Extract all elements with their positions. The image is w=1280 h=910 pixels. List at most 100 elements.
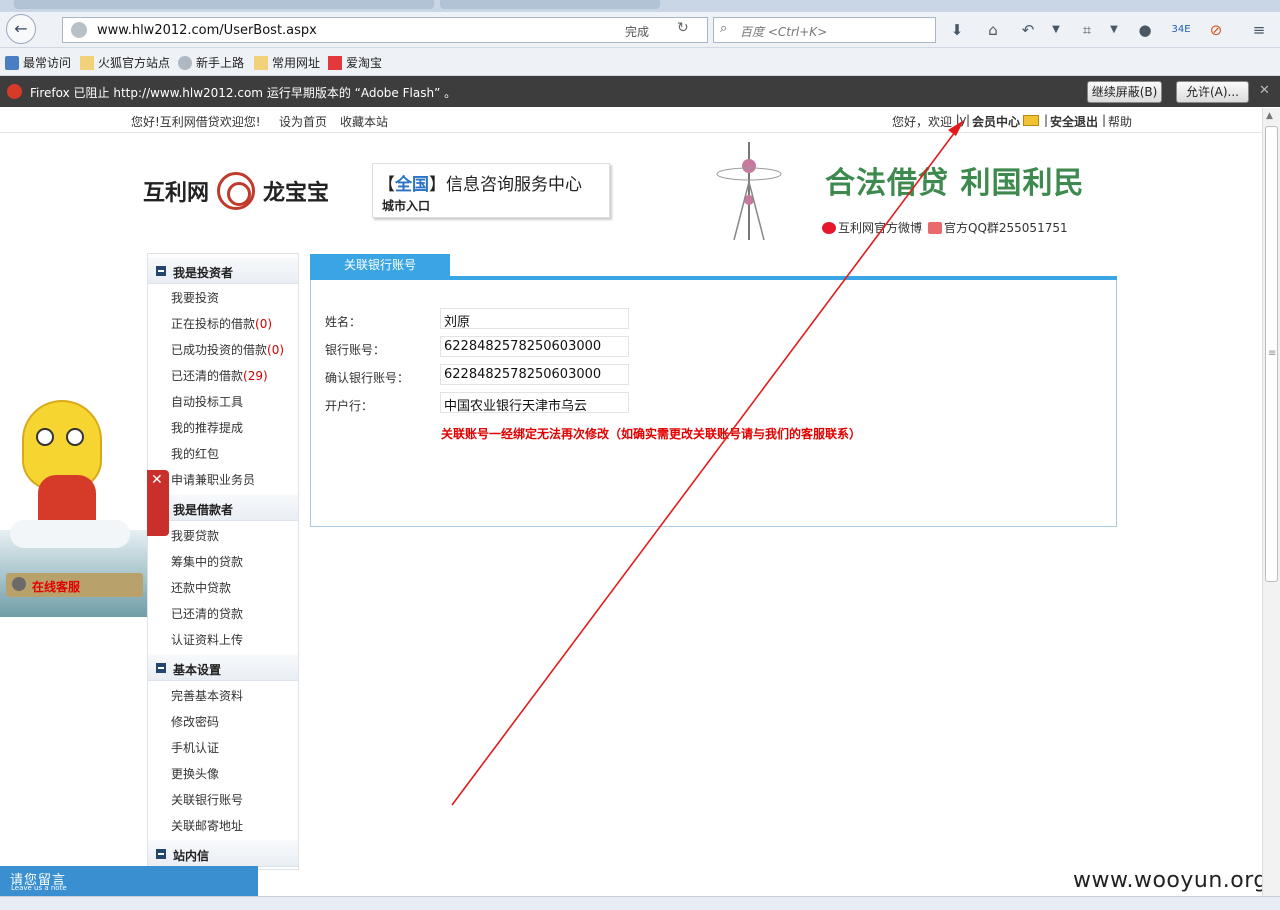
bookmark-getting-started[interactable]: 新手上路: [178, 54, 244, 71]
sidebar-item-mail-address[interactable]: 关联邮寄地址: [171, 817, 243, 834]
scroll-up-icon[interactable]: ▲: [1266, 111, 1273, 121]
search-icon: ⌕: [720, 21, 728, 36]
scroll-grip-icon: ≡: [1268, 348, 1277, 359]
sidebar-item-successful-loans[interactable]: 已成功投资的借款(0): [171, 341, 284, 358]
qq-group-text[interactable]: 官方QQ群255051751: [944, 219, 1068, 236]
sidebar-item-repaid-loans[interactable]: 已还清的借款(29): [171, 367, 268, 384]
bookmark-firefox-site[interactable]: 火狐官方站点: [80, 54, 170, 71]
username-link[interactable]: ly: [956, 113, 966, 127]
sidebar-item-auto-bid[interactable]: 自动投标工具: [171, 393, 243, 410]
bookmark-site-link[interactable]: 收藏本站: [340, 113, 388, 130]
collapse-icon[interactable]: [156, 266, 166, 276]
bank-account-field[interactable]: 6228482578250603000: [440, 336, 629, 357]
reload-icon[interactable]: ↻: [677, 20, 689, 36]
sidebar-item-referral[interactable]: 我的推荐提成: [171, 419, 243, 436]
sidebar-item-password[interactable]: 修改密码: [171, 713, 219, 730]
continue-blocking-button[interactable]: 继续屏蔽(B): [1087, 81, 1162, 103]
online-service-button[interactable]: 在线客服: [6, 573, 143, 597]
weibo-link[interactable]: 互利网官方微博: [822, 219, 922, 236]
back-button[interactable]: ←: [6, 14, 36, 44]
logo-text-right: 龙宝宝: [263, 180, 330, 205]
bookmark-most-visited[interactable]: 最常访问: [5, 54, 71, 71]
section-investor[interactable]: 我是投资者: [148, 257, 298, 284]
sidebar-item-invest[interactable]: 我要投资: [171, 289, 219, 306]
help-link[interactable]: 帮助: [1108, 113, 1132, 130]
online-service-label[interactable]: 在线客服: [32, 578, 80, 595]
sidebar-item-apply-loan[interactable]: 我要贷款: [171, 527, 219, 544]
sidebar-item-bidding-loans[interactable]: 正在投标的借款(0): [171, 315, 272, 332]
tab-strip: [0, 0, 1280, 12]
name-field[interactable]: 刘原: [440, 308, 629, 330]
city-title: 【全国】信息咨询服务中心: [378, 170, 582, 195]
site-identity-icon[interactable]: [71, 22, 87, 38]
notification-message: Firefox 已阻止 http://www.hlw2012.com 运行早期版…: [30, 86, 457, 100]
city-entry-link[interactable]: 城市入口: [382, 197, 430, 214]
leave-message-bar[interactable]: 请您留言 Leave us a note: [0, 866, 258, 896]
weibo-text[interactable]: 互利网官方微博: [838, 219, 922, 236]
section-borrower[interactable]: 我是借款者: [148, 494, 298, 521]
sidebar-item-upload-docs[interactable]: 认证资料上传: [171, 631, 243, 648]
bank-branch-field[interactable]: 中国农业银行天津市乌云: [440, 392, 629, 414]
site-logo[interactable]: 互利网 龙宝宝: [143, 172, 329, 210]
sidebar-item-part-time[interactable]: 申请兼职业务员: [171, 471, 255, 488]
support-icon: [12, 577, 26, 591]
bank-branch-label: 开户行：: [325, 399, 374, 413]
section-messages[interactable]: 站内信: [148, 840, 298, 867]
section-title: 我是投资者: [173, 266, 234, 280]
browser-tab[interactable]: [440, 0, 660, 9]
watermark: www.wooyun.org: [1073, 868, 1268, 893]
sidebar-item-bank-account[interactable]: 关联银行账号: [171, 791, 243, 808]
home-icon[interactable]: ⌂: [982, 19, 1004, 41]
folder-icon: [80, 55, 94, 70]
confirm-account-label: 确认银行账号：: [325, 371, 410, 385]
sidebar-item-paid-off-loans[interactable]: 已还清的贷款: [171, 605, 243, 622]
search-bar[interactable]: ⌕ 百度 <Ctrl+K>: [713, 17, 936, 43]
separator: |: [1102, 113, 1107, 127]
tv-tower-icon: [716, 142, 782, 241]
qq-icon: [928, 221, 942, 234]
sidebar-item-repaying-loans[interactable]: 还款中贷款: [171, 579, 231, 596]
bracket: 【: [378, 175, 395, 195]
chat-icon[interactable]: ●: [1134, 19, 1156, 41]
encoding-icon[interactable]: 34E: [1170, 19, 1192, 41]
dropdown-icon[interactable]: ▼: [1045, 19, 1067, 41]
separator: |: [1044, 113, 1049, 127]
menu-icon[interactable]: ≡: [1248, 19, 1270, 41]
folder-icon: [254, 55, 268, 70]
sidebar-item-red-packet[interactable]: 我的红包: [171, 445, 219, 462]
undo-icon[interactable]: ↶: [1017, 19, 1039, 41]
city-entry-box[interactable]: 【全国】信息咨询服务中心 城市入口: [372, 163, 610, 218]
sidebar-item-raising-loans[interactable]: 筹集中的贷款: [171, 553, 243, 570]
browser-tab[interactable]: [14, 0, 434, 9]
load-status: 完成: [625, 25, 650, 39]
set-homepage-link[interactable]: 设为首页: [279, 113, 327, 130]
sidebar-item-profile[interactable]: 完善基本资料: [171, 687, 243, 704]
download-icon[interactable]: ⬇: [946, 19, 968, 41]
crop-icon[interactable]: ⌗: [1076, 19, 1098, 41]
taobao-icon: [328, 55, 342, 70]
block-icon[interactable]: ⊘: [1205, 19, 1227, 41]
collapse-icon[interactable]: [156, 849, 166, 859]
close-icon[interactable]: ✕: [151, 472, 163, 488]
confirm-account-field[interactable]: 6228482578250603000: [440, 364, 629, 385]
logout-link[interactable]: 安全退出: [1050, 113, 1098, 130]
url-text[interactable]: www.hlw2012.com/UserBost.aspx: [97, 23, 317, 38]
bank-account-panel: [310, 280, 1117, 527]
bookmark-common-sites[interactable]: 常用网址: [254, 54, 320, 71]
mascot-cloud: [10, 520, 130, 548]
url-bar[interactable]: www.hlw2012.com/UserBost.aspx 完成 ↻: [62, 17, 708, 43]
close-icon[interactable]: ✕: [1259, 83, 1270, 98]
bracket: 】: [429, 175, 446, 195]
sidebar-item-phone-verify[interactable]: 手机认证: [171, 739, 219, 756]
bookmark-aitaobao[interactable]: 爱淘宝: [328, 54, 382, 71]
section-settings[interactable]: 基本设置: [148, 654, 298, 681]
collapse-icon[interactable]: [156, 663, 166, 673]
qq-group-link[interactable]: 官方QQ群255051751: [928, 219, 1068, 236]
mail-icon[interactable]: [1023, 115, 1039, 126]
side-tab[interactable]: ✕: [147, 470, 169, 536]
city-scope[interactable]: 全国: [395, 175, 429, 195]
allow-button[interactable]: 允许(A)...: [1176, 81, 1249, 103]
dropdown-icon[interactable]: ▼: [1103, 19, 1125, 41]
member-center-link[interactable]: 会员中心: [972, 113, 1020, 130]
sidebar-item-avatar[interactable]: 更换头像: [171, 765, 219, 782]
